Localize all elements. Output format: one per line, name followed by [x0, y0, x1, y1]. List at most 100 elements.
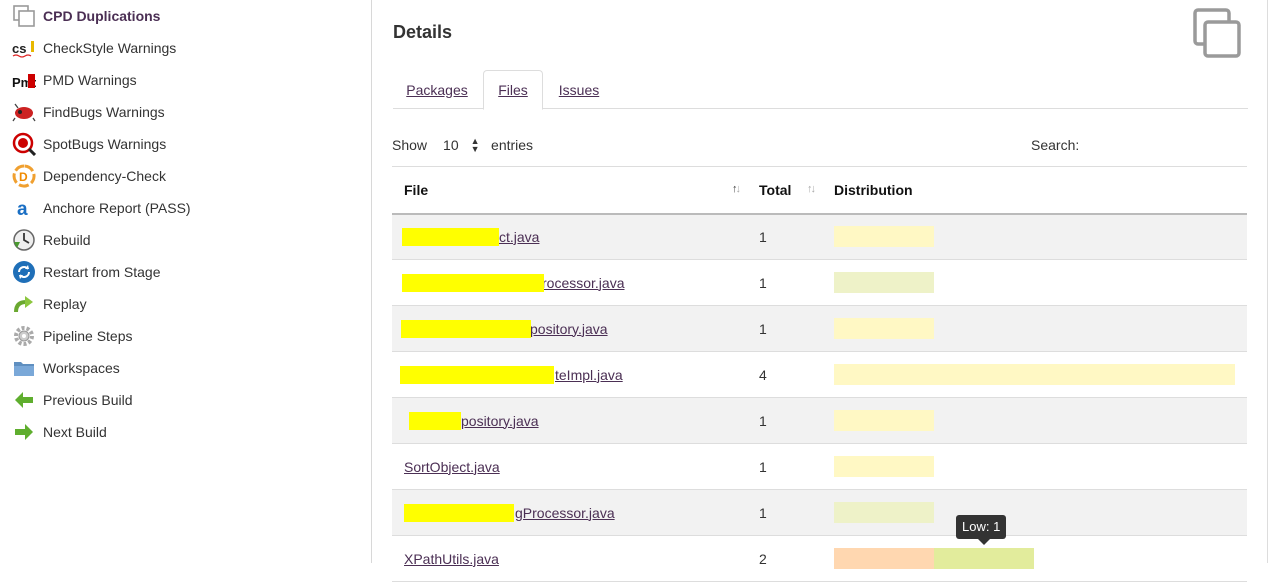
distribution-cell [822, 352, 1247, 398]
sidebar-item-spotbugs[interactable]: SpotBugs Warnings [12, 130, 166, 158]
sidebar-item-label: Restart from Stage [43, 264, 161, 280]
distribution-cell [822, 444, 1247, 490]
file-link[interactable]: teImpl.java [400, 365, 623, 384]
arrow-left-icon [12, 388, 36, 412]
sidebar-item-anchore[interactable]: a Anchore Report (PASS) [12, 194, 191, 222]
sidebar-item-cpd-duplications[interactable]: CPD Duplications [12, 2, 160, 30]
tooltip: Low: 1 [956, 515, 1007, 545]
findbugs-icon [12, 100, 36, 124]
sidebar-item-findbugs[interactable]: FindBugs Warnings [12, 98, 165, 126]
arrow-right-icon [12, 420, 36, 444]
file-link[interactable]: SortObject.java [404, 459, 500, 475]
distribution-bar[interactable] [834, 410, 934, 431]
distribution-cell [822, 260, 1247, 306]
distribution-bar[interactable] [834, 272, 934, 293]
redaction [402, 273, 544, 292]
files-table: File ↑↓ Total ↑↓ Distribution ct.java 1 … [392, 166, 1247, 582]
redaction [404, 503, 514, 522]
sidebar-item-next-build[interactable]: Next Build [12, 418, 107, 446]
sidebar-item-dependency-check[interactable]: D Dependency-Check [12, 162, 166, 190]
cpd-duplications-icon [1193, 8, 1245, 60]
sidebar-item-rebuild[interactable]: Rebuild [12, 226, 90, 254]
pmd-icon: Pmd [12, 68, 40, 92]
table-row: ct.java 1 [392, 213, 1247, 260]
table-row: XPathUtils.java 2 [392, 536, 1247, 582]
file-cell: ct.java [392, 214, 747, 260]
gear-icon [12, 324, 36, 348]
distribution-cell [822, 536, 1247, 582]
distribution-bar-high[interactable] [834, 548, 934, 569]
entries-label: entries [491, 137, 534, 153]
file-link[interactable]: pository.java [401, 319, 608, 338]
file-cell: pository.java [392, 306, 747, 352]
sidebar-item-label: FindBugs Warnings [43, 104, 165, 120]
file-cell: XPathUtils.java [392, 536, 747, 582]
show-label: Show [392, 137, 428, 153]
restart-icon [12, 260, 36, 284]
redaction [409, 411, 461, 430]
column-header-file[interactable]: File ↑↓ [392, 167, 747, 214]
file-cell: gProcessor.java [392, 490, 747, 536]
redaction [401, 319, 531, 338]
table-header-row: File ↑↓ Total ↑↓ Distribution [392, 166, 1247, 214]
total-cell: 1 [759, 458, 767, 475]
rebuild-icon [12, 228, 36, 252]
total-cell: 1 [759, 504, 767, 521]
distribution-cell [822, 214, 1247, 260]
distribution-bar[interactable] [834, 226, 934, 248]
file-cell: pository.java [392, 398, 747, 444]
distribution-bar[interactable] [834, 364, 1235, 385]
checkstyle-icon: cs [12, 36, 36, 60]
total-cell: 1 [759, 228, 767, 245]
sidebar-item-label: CPD Duplications [43, 8, 161, 24]
file-link[interactable]: pository.java [404, 411, 539, 430]
sidebar-item-label: Anchore Report (PASS) [43, 200, 191, 216]
table-row: rocessor.java 1 [392, 260, 1247, 306]
svg-text:D: D [19, 170, 28, 184]
column-header-distribution: Distribution [834, 181, 913, 198]
sidebar-item-label: Previous Build [43, 392, 133, 408]
sidebar-item-replay[interactable]: Replay [12, 290, 87, 318]
anchore-icon: a [12, 196, 36, 220]
sidebar-item-checkstyle[interactable]: cs CheckStyle Warnings [12, 34, 176, 62]
scrollbar-track[interactable] [1267, 0, 1268, 563]
svg-text:cs: cs [12, 41, 26, 56]
sidebar-item-pmd[interactable]: Pmd PMD Warnings [12, 66, 137, 94]
cpd-duplications-icon [12, 4, 36, 28]
sidebar-item-workspaces[interactable]: Workspaces [12, 354, 120, 382]
sort-arrows-icon: ▲ ▼ [470, 136, 480, 154]
tab-issues[interactable]: Issues [559, 70, 599, 109]
file-link[interactable]: ct.java [402, 227, 539, 246]
distribution-bar[interactable] [834, 502, 934, 523]
sidebar-item-label: Next Build [43, 424, 107, 440]
sidebar-item-restart-from-stage[interactable]: Restart from Stage [12, 258, 161, 286]
tab-files[interactable]: Files [483, 70, 543, 110]
table-row: SortObject.java 1 [392, 444, 1247, 490]
total-cell: 1 [759, 320, 767, 337]
tab-packages[interactable]: Packages [406, 70, 467, 109]
sidebar: CPD Duplications cs CheckStyle Warnings … [0, 0, 372, 563]
distribution-bar[interactable] [834, 456, 934, 477]
entries-select[interactable]: 10 ▲ ▼ [437, 134, 481, 156]
distribution-cell [822, 306, 1247, 352]
file-link[interactable]: gProcessor.java [404, 503, 615, 522]
distribution-bar-low[interactable] [934, 548, 1034, 569]
sort-icon: ↑↓ [732, 183, 741, 195]
total-cell: 4 [759, 366, 767, 383]
file-link[interactable]: rocessor.java [402, 273, 624, 292]
sidebar-item-label: SpotBugs Warnings [43, 136, 167, 152]
file-link[interactable]: XPathUtils.java [404, 551, 499, 567]
sidebar-item-label: Pipeline Steps [43, 328, 133, 344]
column-header-total[interactable]: Total ↑↓ [747, 167, 822, 214]
sidebar-item-previous-build[interactable]: Previous Build [12, 386, 133, 414]
replay-icon [12, 292, 36, 316]
svg-text:a: a [17, 199, 28, 220]
total-cell: 1 [759, 412, 767, 429]
redaction [402, 227, 499, 246]
sidebar-item-label: Rebuild [43, 232, 91, 248]
sidebar-item-pipeline-steps[interactable]: Pipeline Steps [12, 322, 133, 350]
folder-icon [12, 356, 36, 380]
search-label: Search: [1031, 137, 1080, 153]
distribution-bar[interactable] [834, 318, 934, 339]
main-panel: Details Packages Files Issues Show 10 ▲ ▼… [373, 0, 1268, 582]
